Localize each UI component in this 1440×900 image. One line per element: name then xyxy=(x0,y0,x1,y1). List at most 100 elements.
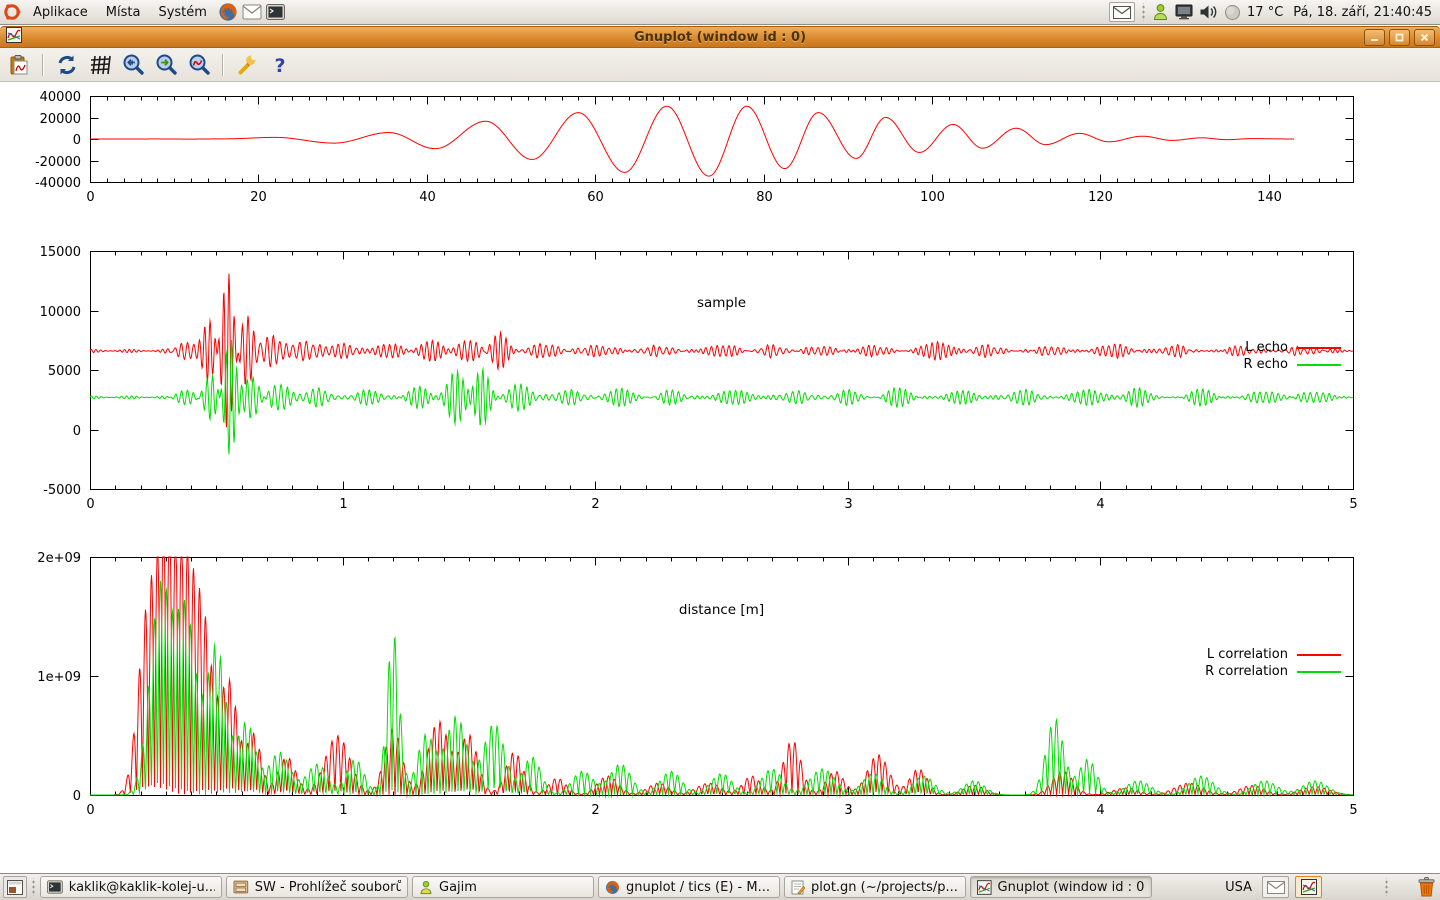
zoom-previous-icon xyxy=(122,53,145,76)
display-icon[interactable] xyxy=(1175,4,1193,20)
gnuplot-titlebar[interactable]: Gnuplot (window id : 0) xyxy=(0,26,1440,48)
trash-icon[interactable] xyxy=(1417,877,1436,897)
menu-aplikace[interactable]: Aplikace xyxy=(24,0,97,24)
panel-tray: 17 °C Pá, 18. září, 21:40:45 xyxy=(1109,2,1440,22)
terminal-icon xyxy=(266,4,285,20)
chart2-xlabel: distance [m] xyxy=(90,602,1353,618)
settings-button[interactable] xyxy=(234,52,260,78)
refresh-icon xyxy=(56,54,78,76)
legend-line-sample xyxy=(1297,347,1341,349)
gajim-icon xyxy=(419,880,433,895)
legend-line-sample xyxy=(1297,654,1341,656)
replot-button[interactable] xyxy=(54,52,80,78)
firefox-icon xyxy=(218,2,238,22)
temperature-label: 17 °C xyxy=(1247,5,1283,20)
grid-icon xyxy=(89,54,111,76)
close-button[interactable] xyxy=(1414,29,1435,46)
legend-line-sample xyxy=(1297,671,1341,673)
gnuplot-toolbar: ? xyxy=(0,48,1440,82)
task-button-firefox[interactable]: gnuplot / tics (E) - M... xyxy=(598,876,780,898)
menu-aplikace-label: Aplikace xyxy=(33,5,88,20)
restore-zoom-button[interactable] xyxy=(186,52,212,78)
plot-canvas[interactable] xyxy=(0,82,1440,873)
legend-label: L echo xyxy=(1245,340,1288,355)
menu-mista-label: Místa xyxy=(106,5,141,20)
chart2-legend: L echo R echo xyxy=(1243,340,1341,372)
ubuntu-menu-icon[interactable] xyxy=(0,0,24,24)
toolbar-separator xyxy=(222,54,224,76)
wrench-icon xyxy=(236,53,259,76)
task-button-editor[interactable]: plot.gn (~/projects/p... xyxy=(784,876,966,898)
copy-plot-icon xyxy=(8,54,30,76)
mail-notification-icon xyxy=(1113,6,1131,19)
keyboard-layout-indicator[interactable]: USA xyxy=(1221,880,1256,895)
terminal-launcher[interactable] xyxy=(264,0,288,24)
legend-label: R echo xyxy=(1243,357,1288,372)
task-label: Gnuplot (window id : 0) xyxy=(998,880,1145,895)
legend-label: L correlation xyxy=(1207,647,1288,662)
file-manager-icon xyxy=(233,880,249,894)
zoom-previous-button[interactable] xyxy=(120,52,146,78)
svg-text:?: ? xyxy=(274,55,285,76)
weather-icon[interactable] xyxy=(1224,4,1241,21)
task-button-terminal[interactable]: kaklik@kaklik-kolej-u... xyxy=(40,876,222,898)
task-button-file-manager[interactable]: SW - Prohlížeč souborů xyxy=(226,876,408,898)
gajim-status-icon[interactable] xyxy=(1152,3,1169,21)
ubuntu-logo-icon xyxy=(3,3,21,21)
taskbar-handle[interactable] xyxy=(1384,878,1389,896)
task-button-gajim[interactable]: Gajim xyxy=(412,876,594,898)
gnuplot-icon xyxy=(1301,879,1317,895)
email-icon xyxy=(242,4,262,20)
clock-label[interactable]: Pá, 18. září, 21:40:45 xyxy=(1289,5,1432,20)
tray-mail-button[interactable] xyxy=(1262,876,1289,898)
legend-entry: L correlation xyxy=(1207,647,1341,662)
firefox-icon xyxy=(605,880,620,895)
desktop: Aplikace Místa Systém xyxy=(0,0,1440,900)
email-launcher[interactable] xyxy=(240,0,264,24)
mail-icon xyxy=(1267,881,1285,894)
show-desktop-button[interactable] xyxy=(3,876,27,898)
tray-handle[interactable] xyxy=(1141,3,1146,21)
menu-mista[interactable]: Místa xyxy=(97,0,150,24)
legend-entry: L echo xyxy=(1245,340,1341,355)
task-button-gnuplot[interactable]: Gnuplot (window id : 0) xyxy=(970,876,1152,898)
task-label: plot.gn (~/projects/p... xyxy=(811,880,958,895)
restore-zoom-icon xyxy=(188,53,211,76)
zoom-next-icon xyxy=(155,53,178,76)
task-label: gnuplot / tics (E) - M... xyxy=(626,880,770,895)
toolbar-separator xyxy=(42,54,44,76)
copy-to-clipboard-button[interactable] xyxy=(6,52,32,78)
menu-system-label: Systém xyxy=(158,5,206,20)
task-label: Gajim xyxy=(439,880,477,895)
top-panel: Aplikace Místa Systém xyxy=(0,0,1440,25)
gnuplot-window-icon xyxy=(6,27,22,47)
task-label: SW - Prohlížeč souborů xyxy=(255,880,401,895)
volume-icon[interactable] xyxy=(1199,4,1218,20)
show-desktop-icon xyxy=(7,880,23,895)
taskbar-handle[interactable] xyxy=(31,878,36,896)
text-editor-icon xyxy=(791,880,805,895)
tray-gnuplot-button[interactable] xyxy=(1295,876,1322,898)
legend-entry: R correlation xyxy=(1205,664,1341,679)
menu-system[interactable]: Systém xyxy=(149,0,215,24)
gnuplot-icon xyxy=(977,880,992,895)
taskbar: kaklik@kaklik-kolej-u... SW - Prohlížeč … xyxy=(0,873,1440,900)
help-icon: ? xyxy=(270,54,290,76)
window-controls xyxy=(1364,29,1440,46)
chart3-legend: L correlation R correlation xyxy=(1205,647,1341,679)
firefox-launcher[interactable] xyxy=(216,0,240,24)
plot-region: sample distance [m] distance [m] L echo … xyxy=(0,82,1440,873)
maximize-button[interactable] xyxy=(1389,29,1410,46)
minimize-button[interactable] xyxy=(1364,29,1385,46)
zoom-next-button[interactable] xyxy=(153,52,179,78)
legend-label: R correlation xyxy=(1205,664,1288,679)
task-label: kaklik@kaklik-kolej-u... xyxy=(69,880,215,895)
chart1-xlabel: sample xyxy=(90,295,1353,311)
toggle-grid-button[interactable] xyxy=(87,52,113,78)
window-title: Gnuplot (window id : 0) xyxy=(0,30,1440,45)
taskbar-right: USA xyxy=(1221,876,1440,898)
mail-notification-button[interactable] xyxy=(1109,2,1135,22)
terminal-icon xyxy=(47,880,63,894)
help-button[interactable]: ? xyxy=(267,52,293,78)
legend-entry: R echo xyxy=(1243,357,1341,372)
